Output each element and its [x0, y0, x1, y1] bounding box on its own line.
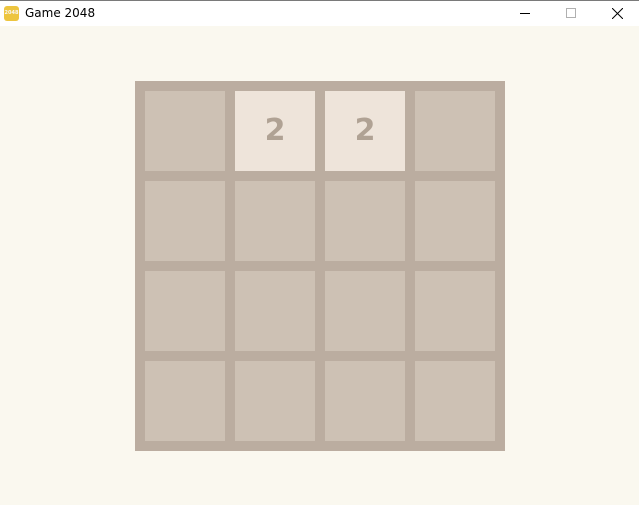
board-cell [235, 361, 315, 441]
board-cell [145, 361, 225, 441]
board-cell [325, 271, 405, 351]
board-cell [325, 181, 405, 261]
board-cell [415, 361, 495, 441]
minimize-icon [520, 13, 530, 14]
tile: 2 [325, 91, 405, 171]
close-button[interactable] [594, 1, 639, 26]
board-cell [415, 91, 495, 171]
window-title: Game 2048 [25, 6, 96, 20]
maximize-button[interactable] [548, 1, 594, 26]
board-cell [325, 361, 405, 441]
board-cell [415, 181, 495, 261]
board-cell [235, 181, 315, 261]
close-icon [612, 8, 623, 19]
board-cell [145, 181, 225, 261]
game-board[interactable]: 22 [135, 81, 505, 451]
title-bar[interactable]: 2048 Game 2048 [0, 0, 639, 26]
board-cell [235, 271, 315, 351]
maximize-icon [566, 8, 576, 18]
tile: 2 [235, 91, 315, 171]
minimize-button[interactable] [502, 1, 548, 26]
board-cell [415, 271, 495, 351]
board-cell [145, 91, 225, 171]
app-icon-label: 2048 [4, 10, 19, 16]
game-window: 2048 Game 2048 22 [0, 0, 639, 505]
board-cell [145, 271, 225, 351]
app-icon: 2048 [4, 6, 19, 21]
